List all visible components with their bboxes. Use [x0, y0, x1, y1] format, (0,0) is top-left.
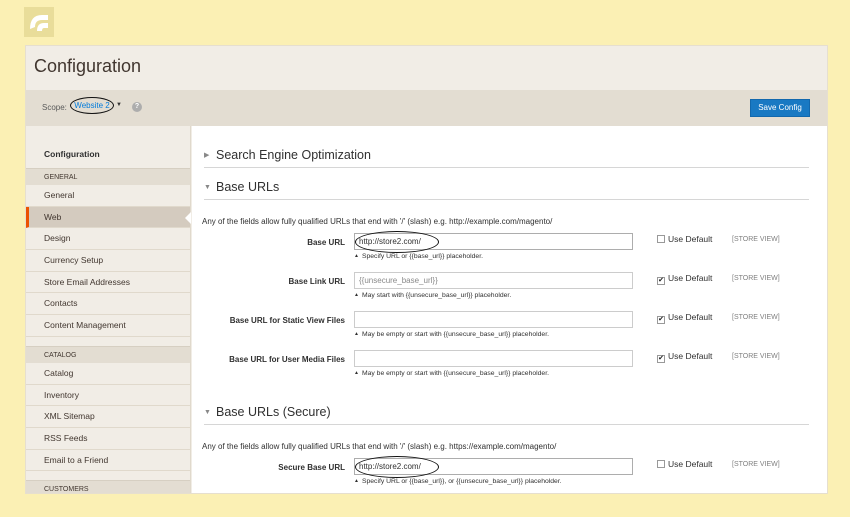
use-default-checkbox[interactable]: ✔ Use Default: [657, 273, 712, 285]
field-row-user-media: Base URL for User Media Files ▲ May be em…: [192, 350, 827, 390]
sidebar-item-catalog[interactable]: Catalog: [26, 363, 190, 385]
sidebar-item-content-management[interactable]: Content Management: [26, 315, 190, 337]
logo-icon: [24, 7, 54, 37]
base-link-url-input[interactable]: {{unsecure_base_url}}: [354, 272, 633, 289]
section-base-urls[interactable]: ▼ Base URLs: [204, 178, 809, 200]
field-hint: ▲ Specify URL or {{base_url}}, or {{unsec…: [354, 478, 562, 485]
section-seo-title: Search Engine Optimization: [216, 148, 371, 162]
store-view-tag: [STORE VIEW]: [732, 461, 780, 468]
static-view-url-input[interactable]: [354, 311, 633, 328]
sidebar-item-contacts[interactable]: Contacts: [26, 293, 190, 316]
help-icon[interactable]: ?: [132, 102, 142, 112]
use-default-checkbox[interactable]: Use Default: [657, 459, 712, 469]
field-hint: ▲ May be empty or start with {{unsecure_b…: [354, 331, 549, 338]
section-seo[interactable]: ▶ Search Engine Optimization: [204, 146, 809, 168]
chevron-down-icon[interactable]: ▼: [116, 102, 122, 108]
scope-switcher[interactable]: Website 2: [70, 97, 114, 114]
save-config-button[interactable]: Save Config: [750, 99, 810, 117]
annotation-oval: [355, 231, 439, 253]
field-label: Base Link URL: [288, 277, 345, 286]
page-title: Configuration: [34, 56, 142, 76]
scope-label: Scope:: [42, 103, 67, 112]
field-label: Secure Base URL: [278, 463, 345, 472]
field-hint: ▲ May start with {{unsecure_base_url}} pl…: [354, 292, 512, 299]
store-view-tag: [STORE VIEW]: [732, 236, 780, 243]
field-label: Base URL for User Media Files: [229, 355, 345, 364]
sidebar-item-design[interactable]: Design: [26, 228, 190, 251]
field-hint: ▲ May be empty or start with {{unsecure_b…: [354, 370, 549, 377]
sidebar-group-general[interactable]: GENERAL: [26, 168, 190, 185]
use-default-checkbox[interactable]: ✔ Use Default: [657, 351, 712, 363]
base-url-input[interactable]: http://store2.com/: [354, 231, 633, 253]
chevron-right-icon: ▶: [204, 152, 210, 159]
sidebar-item-currency-setup[interactable]: Currency Setup: [26, 250, 190, 272]
sidebar-item-email-friend[interactable]: Email to a Friend: [26, 450, 190, 472]
secure-urls-note: Any of the fields allow fully qualified …: [202, 442, 557, 451]
section-base-urls-title: Base URLs: [216, 180, 280, 194]
secure-base-url-input[interactable]: http://store2.com/: [354, 456, 633, 478]
sidebar-item-general[interactable]: General: [26, 185, 190, 207]
config-content: ▶ Search Engine Optimization ▼ Base URLs A…: [192, 126, 827, 493]
field-row-secure-base-url: Secure Base URL http://store2.com/ ▲ Spec…: [192, 456, 827, 493]
store-view-tag: [STORE VIEW]: [732, 275, 780, 282]
sidebar-title: Configuration: [44, 149, 100, 159]
sidebar-item-store-email[interactable]: Store Email Addresses: [26, 272, 190, 294]
use-default-checkbox[interactable]: Use Default: [657, 234, 712, 244]
use-default-checkbox[interactable]: ✔ Use Default: [657, 312, 712, 324]
user-media-url-input[interactable]: [354, 350, 633, 367]
admin-panel: Configuration Scope: Website 2 ▼ ? Save …: [25, 45, 828, 494]
field-label: Base URL: [307, 238, 345, 247]
base-urls-note: Any of the fields allow fully qualified …: [202, 217, 553, 226]
section-secure-title: Base URLs (Secure): [216, 405, 331, 419]
section-base-urls-secure[interactable]: ▼ Base URLs (Secure): [204, 403, 809, 425]
chevron-down-icon: ▼: [204, 184, 211, 191]
sidebar-item-xml-sitemap[interactable]: XML Sitemap: [26, 406, 190, 428]
sidebar-group-catalog[interactable]: CATALOG: [26, 345, 190, 363]
chevron-down-icon: ▼: [204, 409, 211, 416]
scope-bar: Scope: Website 2 ▼ ? Save Config: [26, 90, 827, 126]
field-row-base-url: Base URL http://store2.com/ ▲ Specify URL…: [192, 231, 827, 273]
config-sidebar: Configuration GENERAL General Web Design…: [26, 126, 191, 493]
sidebar-item-web[interactable]: Web: [26, 206, 191, 229]
field-hint: ▲ Specify URL or {{base_url}} placeholder…: [354, 253, 483, 260]
field-row-base-link-url: Base Link URL {{unsecure_base_url}} ▲ May…: [192, 272, 827, 312]
field-label: Base URL for Static View Files: [229, 316, 345, 325]
sidebar-item-inventory[interactable]: Inventory: [26, 385, 190, 407]
sidebar-group-customers[interactable]: CUSTOMERS: [26, 480, 190, 493]
annotation-oval: [355, 456, 439, 478]
sidebar-item-rss-feeds[interactable]: RSS Feeds: [26, 428, 190, 450]
field-row-static-view: Base URL for Static View Files ▲ May be e…: [192, 311, 827, 351]
store-view-tag: [STORE VIEW]: [732, 314, 780, 321]
store-view-tag: [STORE VIEW]: [732, 353, 780, 360]
